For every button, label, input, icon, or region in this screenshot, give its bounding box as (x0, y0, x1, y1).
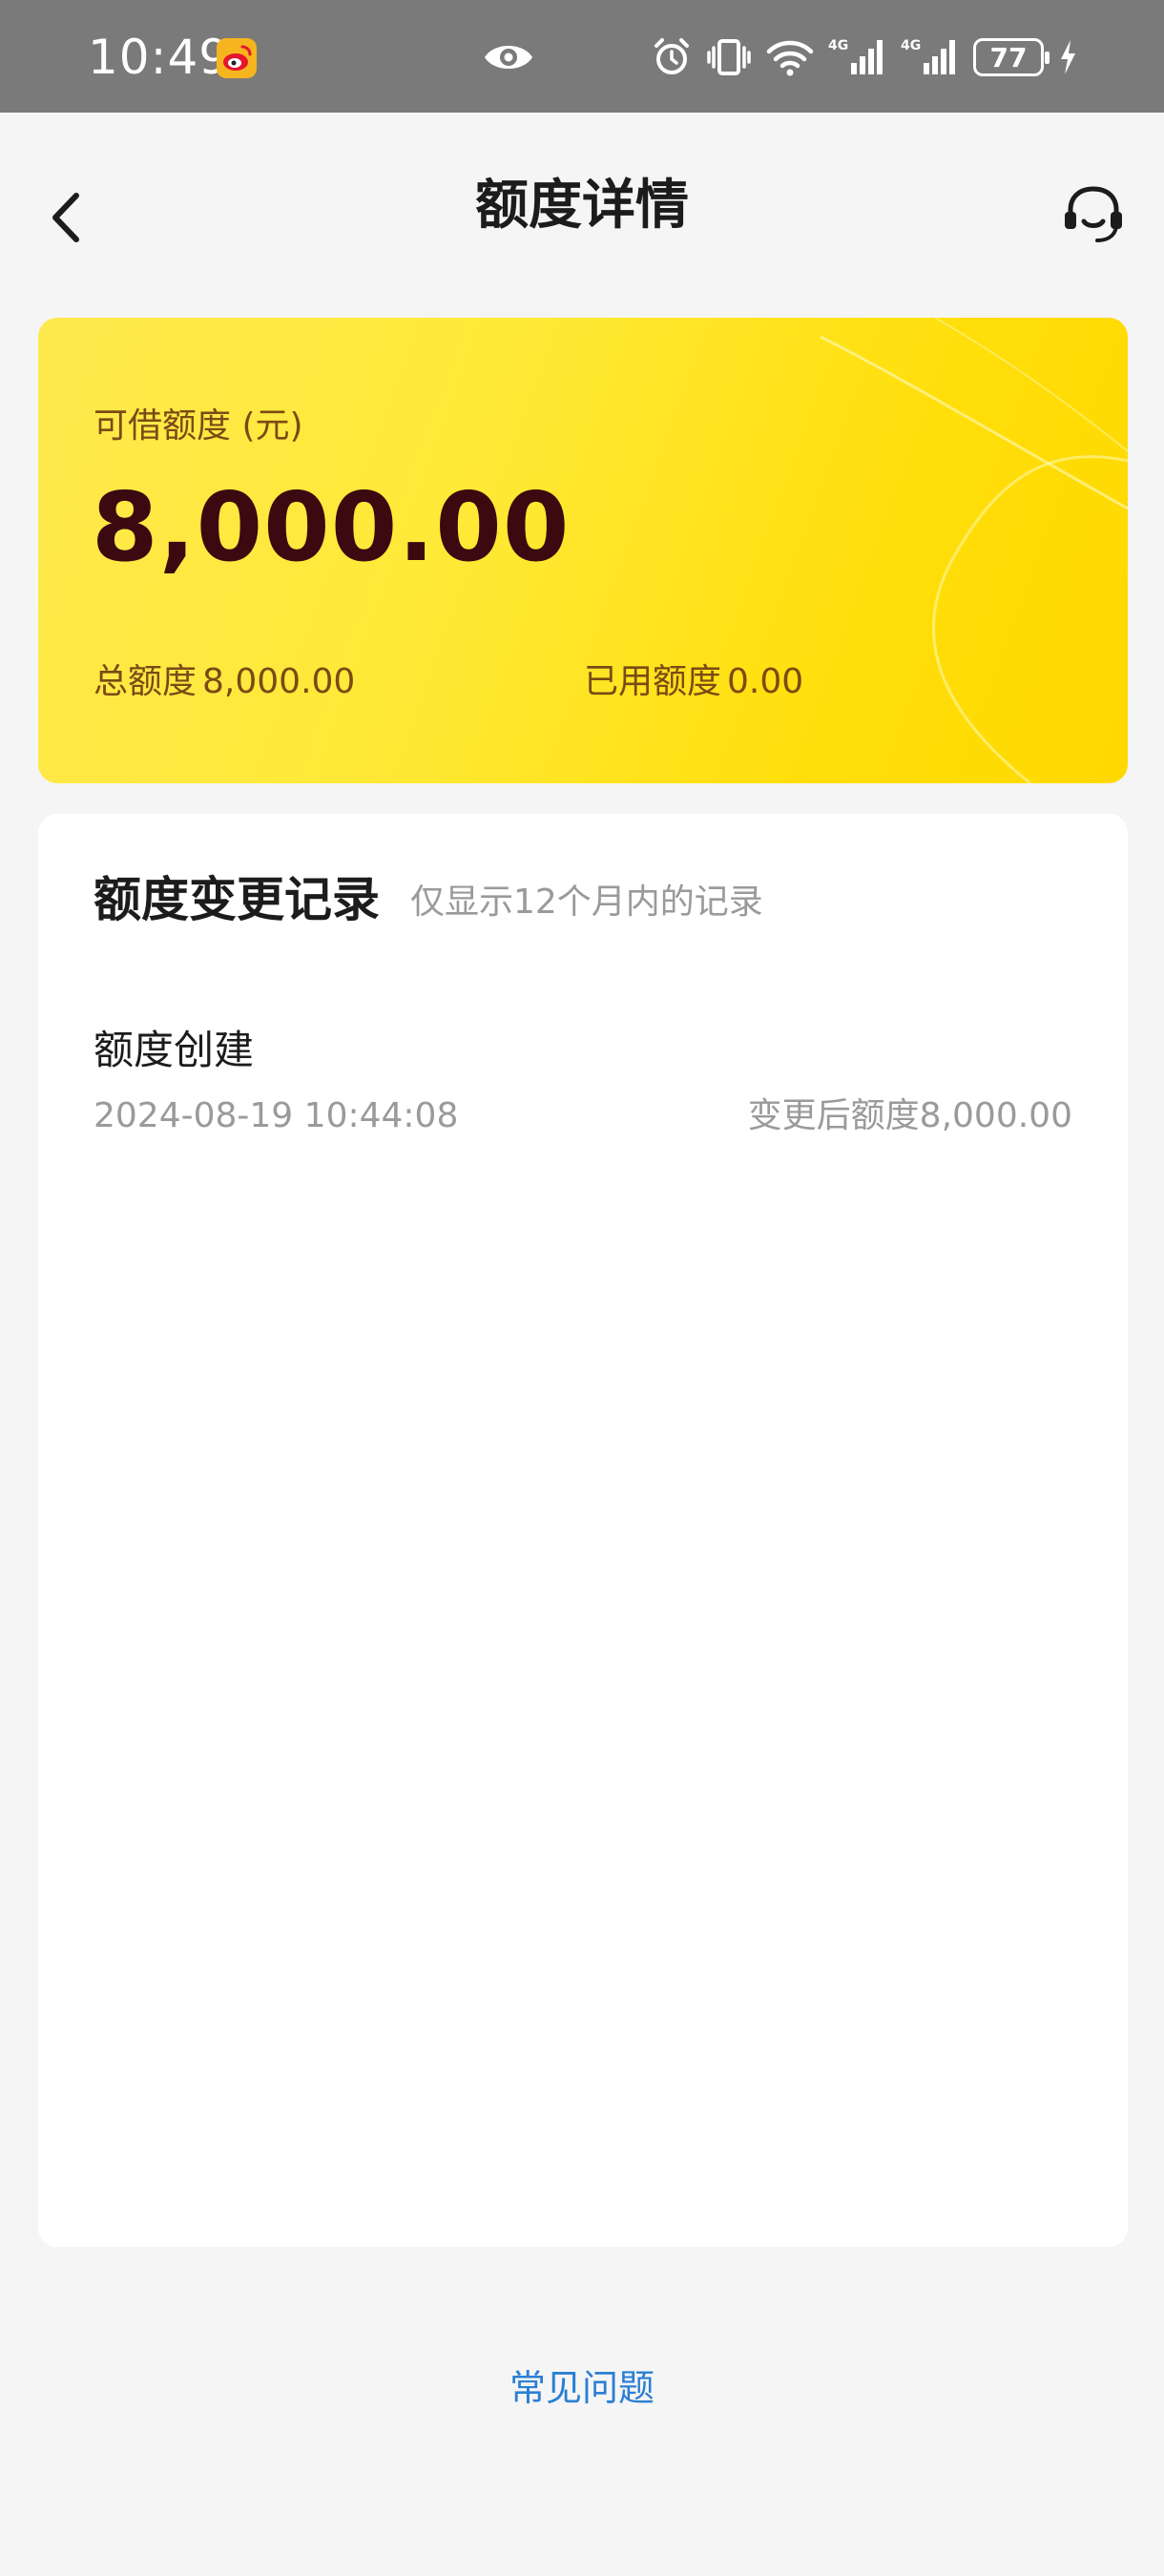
faq-link[interactable]: 常见问题 (0, 2361, 1164, 2415)
records-panel: 额度变更记录 仅显示12个月内的记录 额度创建 2024-08-19 10:44… (38, 814, 1128, 2247)
status-time: 10:49 (88, 30, 231, 85)
total-credit-label: 总额度 (94, 662, 197, 701)
records-title: 额度变更记录 (94, 872, 380, 927)
battery-level: 77 (989, 41, 1028, 73)
page: 10:49 4G 4G 77 额度详情 可借额度 (元) 8,000.00 总额… (0, 0, 1164, 2576)
total-credit-value: 8,000.00 (202, 662, 356, 701)
used-credit: 已用额度 0.00 (584, 661, 803, 703)
header: 额度详情 (0, 113, 1164, 303)
used-credit-value: 0.00 (727, 662, 804, 701)
status-bar: 10:49 4G 4G 77 (0, 0, 1164, 113)
wifi-icon (766, 40, 814, 76)
status-icons: 4G 4G 77 (651, 29, 1078, 86)
record-type: 额度创建 (94, 1027, 255, 1073)
credit-card: 可借额度 (元) 8,000.00 总额度 8,000.00 已用额度 0.00 (38, 318, 1128, 783)
vibrate-icon (707, 39, 751, 75)
list-item[interactable]: 额度创建 2024-08-19 10:44:08 变更后额度8,000.00 (94, 1024, 1072, 1157)
records-note: 仅显示12个月内的记录 (410, 883, 763, 922)
alarm-icon (655, 38, 689, 74)
weibo-notification-icon (217, 38, 257, 78)
eye-icon (485, 46, 532, 69)
charging-icon (1061, 40, 1075, 74)
total-credit: 总额度 8,000.00 (94, 661, 355, 703)
page-title: 额度详情 (475, 175, 689, 237)
record-time: 2024-08-19 10:44:08 (94, 1096, 459, 1135)
customer-service-icon[interactable] (1059, 179, 1128, 248)
used-credit-label: 已用额度 (584, 662, 722, 701)
svg-text:4G: 4G (901, 38, 921, 53)
signal-icon: 4G (828, 38, 883, 74)
svg-text:4G: 4G (828, 38, 848, 53)
record-after-amount: 变更后额度8,000.00 (747, 1096, 1072, 1135)
available-credit-amount: 8,000.00 (92, 471, 571, 583)
signal-icon: 4G (901, 38, 955, 74)
available-credit-label: 可借额度 (元) (94, 406, 303, 446)
battery-icon: 77 (973, 38, 1050, 76)
